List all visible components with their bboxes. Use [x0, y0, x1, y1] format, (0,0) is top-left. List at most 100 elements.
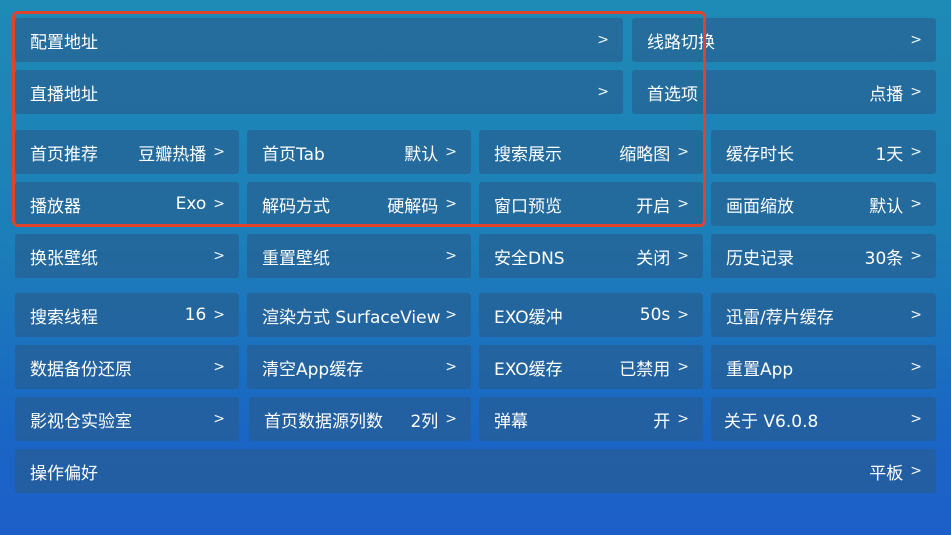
tile-thunder-cache[interactable]: 迅雷/荐片缓存 > [711, 293, 936, 337]
chevron-right-icon: > [910, 359, 922, 375]
tile-value: 平板 [869, 463, 904, 484]
tile-reset-app[interactable]: 重置App > [711, 345, 936, 389]
tile-clear-app-cache[interactable]: 清空App缓存 > [247, 345, 471, 389]
tile-screen-scale[interactable]: 画面缩放 默认 > [711, 182, 936, 226]
tile-label: 首选项 [647, 84, 698, 105]
chevron-right-icon: > [445, 359, 457, 375]
tile-render-mode[interactable]: 渲染方式 SurfaceView > [247, 293, 471, 337]
tile-data-backup[interactable]: 数据备份还原 > [15, 345, 239, 389]
tile-value: 豆瓣热播 [138, 144, 207, 165]
chevron-right-icon: > [213, 196, 225, 212]
tile-label: EXO缓存 [494, 359, 563, 380]
chevron-right-icon: > [445, 248, 457, 264]
chevron-right-icon: > [910, 32, 922, 48]
tile-value: 30条 [864, 248, 904, 269]
chevron-right-icon: > [597, 32, 609, 48]
tile-label: 直播地址 [30, 84, 98, 105]
tile-home-source-columns[interactable]: 首页数据源列数 2列 > [249, 397, 471, 441]
chevron-right-icon: > [677, 359, 689, 375]
tile-value: 开 [653, 411, 671, 432]
tile-label: 首页数据源列数 [264, 411, 383, 432]
tile-line-switch[interactable]: 线路切换 > [632, 18, 936, 62]
tile-label: 解码方式 [262, 196, 330, 217]
tile-value: 已禁用 [619, 359, 671, 380]
tile-value: 50s [639, 305, 671, 325]
tile-value: 默认 [404, 144, 439, 165]
chevron-right-icon: > [213, 307, 225, 323]
tile-exo-cache[interactable]: EXO缓存 已禁用 > [479, 345, 703, 389]
tile-secure-dns[interactable]: 安全DNS 关闭 > [479, 234, 703, 278]
tile-value: 开启 [636, 196, 671, 217]
chevron-right-icon: > [445, 307, 457, 323]
tile-label: 数据备份还原 [30, 359, 132, 380]
chevron-right-icon: > [677, 144, 689, 160]
chevron-right-icon: > [677, 307, 689, 323]
chevron-right-icon: > [910, 84, 922, 100]
tile-cache-duration[interactable]: 缓存时长 1天 > [711, 130, 936, 174]
tile-label: 画面缩放 [726, 196, 794, 217]
chevron-right-icon: > [213, 359, 225, 375]
tile-label: 换张壁纸 [30, 248, 98, 269]
tile-label: 线路切换 [647, 32, 715, 53]
tile-label: 搜索展示 [494, 144, 562, 165]
chevron-right-icon: > [213, 411, 225, 427]
tile-about[interactable]: 关于 V6.0.8 > [711, 397, 936, 441]
tile-label: 清空App缓存 [262, 359, 364, 380]
tile-home-recommend[interactable]: 首页推荐 豆瓣热播 > [15, 130, 239, 174]
tile-label: 缓存时长 [726, 144, 794, 165]
chevron-right-icon: > [910, 196, 922, 212]
tile-value: 缩略图 [619, 144, 671, 165]
chevron-right-icon: > [445, 196, 457, 212]
tile-value: 点播 [869, 84, 904, 105]
tile-danmaku[interactable]: 弹幕 开 > [479, 397, 703, 441]
chevron-right-icon: > [910, 144, 922, 160]
chevron-right-icon: > [213, 144, 225, 160]
tile-label: 首页推荐 [30, 144, 98, 165]
tile-history[interactable]: 历史记录 30条 > [711, 234, 936, 278]
tile-label: 配置地址 [30, 32, 98, 53]
tile-search-display[interactable]: 搜索展示 缩略图 > [479, 130, 703, 174]
tile-label: 操作偏好 [30, 463, 98, 484]
tile-value: 关闭 [636, 248, 671, 269]
tile-label: 影视仓实验室 [30, 411, 132, 432]
chevron-right-icon: > [910, 248, 922, 264]
tile-player[interactable]: 播放器 Exo > [15, 182, 239, 226]
tile-operation-preference[interactable]: 操作偏好 平板 > [15, 449, 936, 493]
tile-home-tab[interactable]: 首页Tab 默认 > [247, 130, 471, 174]
tile-label: 首页Tab [262, 144, 325, 165]
chevron-right-icon: > [445, 411, 457, 427]
tile-preferred-option[interactable]: 首选项 点播 > [632, 70, 936, 114]
tile-label: 重置壁纸 [262, 248, 330, 269]
tile-label: 渲染方式 SurfaceView [262, 307, 441, 328]
chevron-right-icon: > [910, 463, 922, 479]
tile-exo-buffer[interactable]: EXO缓冲 50s > [479, 293, 703, 337]
chevron-right-icon: > [677, 248, 689, 264]
tile-change-wallpaper[interactable]: 换张壁纸 > [15, 234, 239, 278]
tile-label: EXO缓冲 [494, 307, 563, 328]
chevron-right-icon: > [910, 411, 922, 427]
tile-window-preview[interactable]: 窗口预览 开启 > [479, 182, 703, 226]
chevron-right-icon: > [445, 144, 457, 160]
tile-label: 弹幕 [494, 411, 528, 432]
tile-label: 搜索线程 [30, 307, 98, 328]
chevron-right-icon: > [677, 196, 689, 212]
tile-label: 重置App [726, 359, 794, 380]
tile-search-threads[interactable]: 搜索线程 16 > [15, 293, 239, 337]
tile-value: 默认 [869, 196, 904, 217]
tile-label: 关于 V6.0.8 [724, 411, 819, 432]
tile-value: Exo [175, 194, 207, 214]
chevron-right-icon: > [597, 84, 609, 100]
tile-decode-mode[interactable]: 解码方式 硬解码 > [247, 182, 471, 226]
tile-value: 硬解码 [387, 196, 439, 217]
tile-label: 历史记录 [726, 248, 794, 269]
chevron-right-icon: > [213, 248, 225, 264]
chevron-right-icon: > [677, 411, 689, 427]
tile-lab[interactable]: 影视仓实验室 > [15, 397, 239, 441]
tile-config-address[interactable]: 配置地址 > [15, 18, 623, 62]
tile-value: 1天 [875, 144, 904, 165]
tile-value: 16 [184, 305, 207, 325]
tile-value: 2列 [410, 411, 439, 432]
tile-label: 窗口预览 [494, 196, 562, 217]
tile-live-address[interactable]: 直播地址 > [15, 70, 623, 114]
tile-reset-wallpaper[interactable]: 重置壁纸 > [247, 234, 471, 278]
